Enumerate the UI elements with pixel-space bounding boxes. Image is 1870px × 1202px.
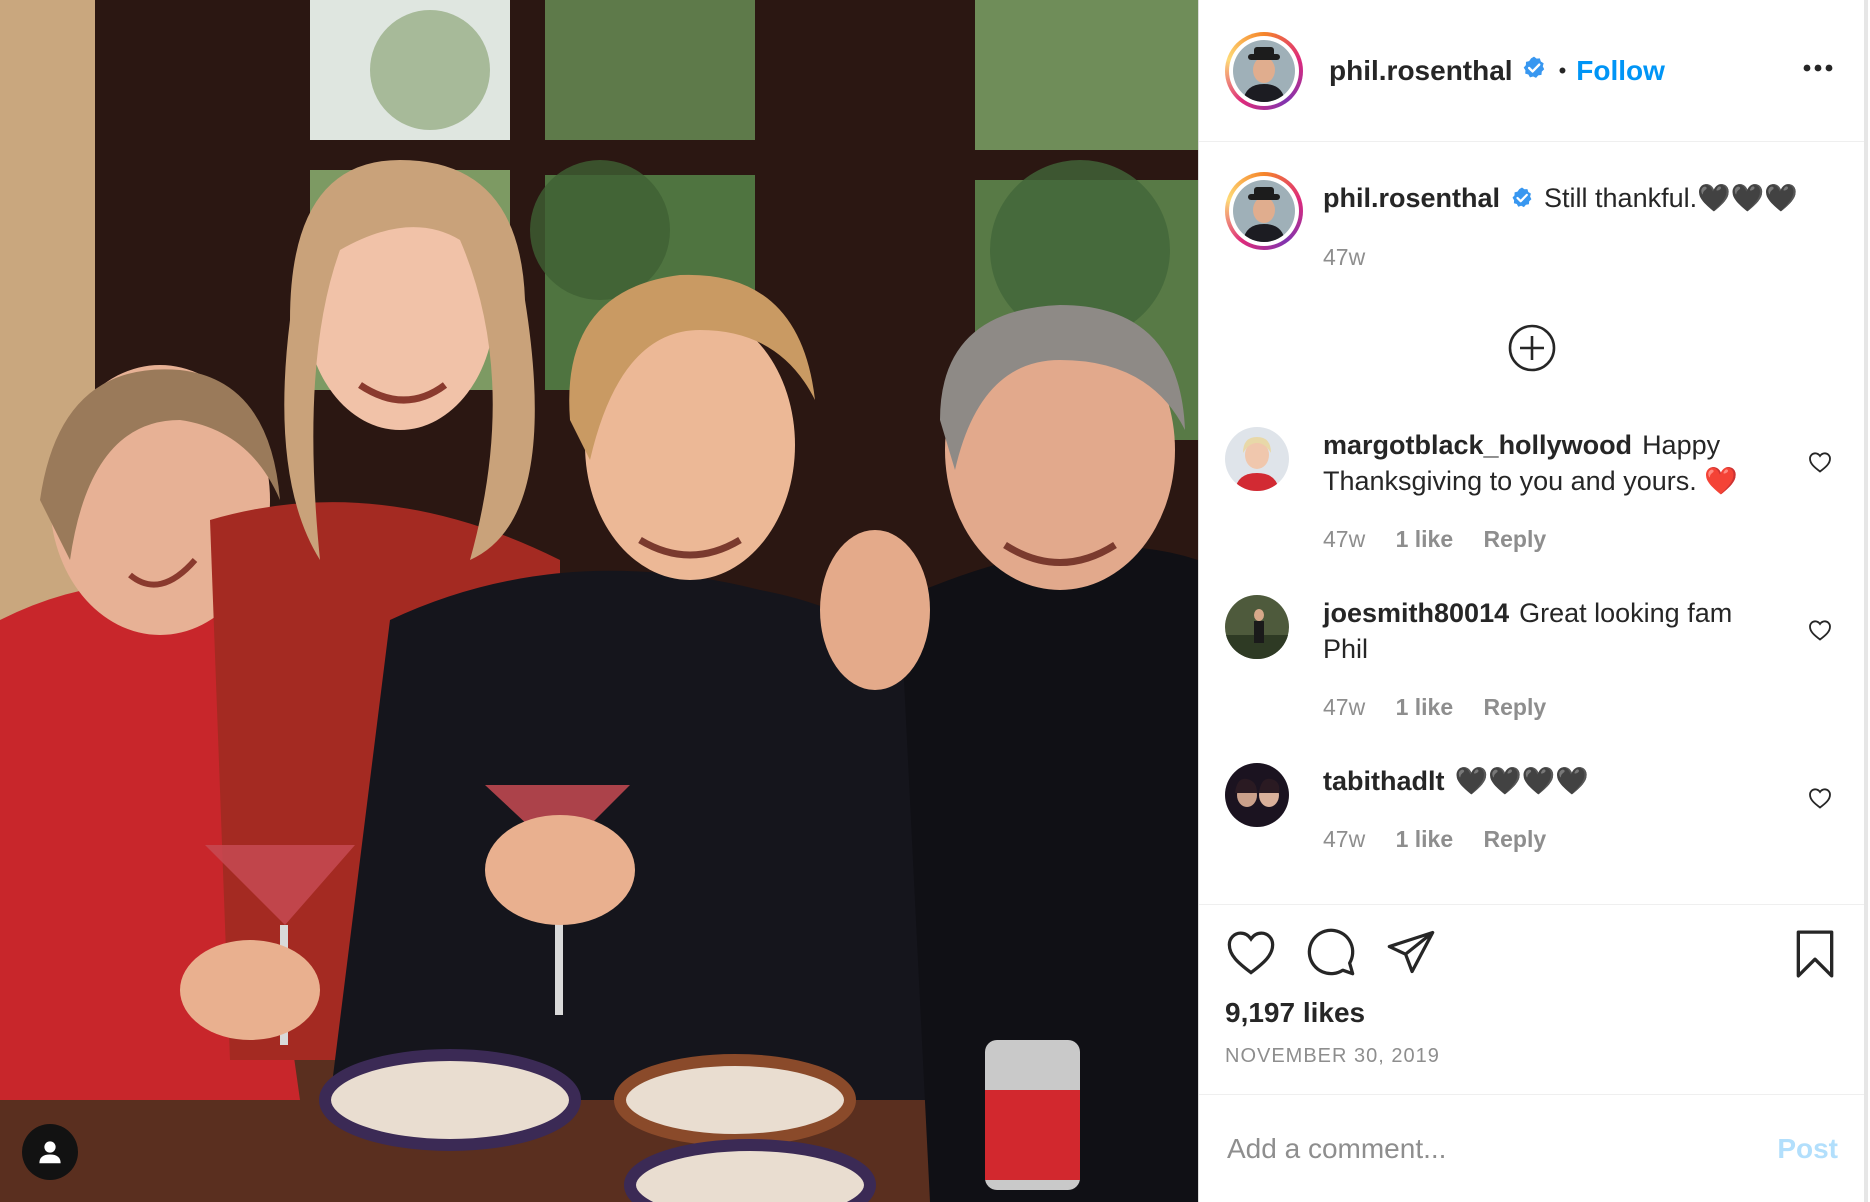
comment-item: joesmith80014 Great looking fam Phil 47w …	[1225, 595, 1838, 725]
post-side-panel: phil.rosenthal • Follow phil.rosenthal S…	[1198, 0, 1868, 1202]
comment-likes-count[interactable]: 1 like	[1396, 526, 1454, 552]
caption-author-avatar[interactable]	[1225, 172, 1303, 250]
post-photo[interactable]	[0, 0, 1198, 1202]
comment-heart-icon[interactable]	[1808, 787, 1832, 814]
follow-button[interactable]: Follow	[1576, 55, 1665, 87]
verified-badge-icon	[1521, 55, 1547, 86]
verified-badge-icon	[1510, 183, 1534, 219]
caption-timestamp[interactable]: 47w	[1323, 244, 1365, 270]
comment-likes-count[interactable]: 1 like	[1396, 694, 1454, 720]
author-avatar[interactable]	[1225, 31, 1303, 110]
author-avatar-image	[1233, 39, 1295, 102]
post-header: phil.rosenthal • Follow	[1199, 0, 1864, 142]
post-actions: 9,197 likes NOVEMBER 30, 2019	[1199, 904, 1864, 1094]
add-comment-bar: Post	[1199, 1094, 1864, 1202]
caption-avatar-image	[1233, 180, 1295, 242]
comment-username[interactable]: margotblack_hollywood	[1323, 430, 1632, 460]
comment-item: tabithadlt 🖤🖤🖤🖤 47w 1 like Reply	[1225, 763, 1838, 857]
reply-button[interactable]: Reply	[1484, 694, 1547, 720]
caption-username[interactable]: phil.rosenthal	[1323, 183, 1500, 213]
commenter-avatar[interactable]	[1225, 763, 1289, 827]
reply-button[interactable]: Reply	[1484, 526, 1547, 552]
likes-count[interactable]: 9,197 likes	[1225, 997, 1838, 1029]
comment-username[interactable]: tabithadlt	[1323, 766, 1445, 796]
bookmark-icon[interactable]	[1794, 929, 1836, 984]
comment-likes-count[interactable]: 1 like	[1396, 826, 1454, 852]
comment-bubble-icon[interactable]	[1305, 926, 1357, 983]
post-caption: phil.rosenthal Still thankful.🖤🖤🖤 47w	[1225, 172, 1838, 275]
comments-section[interactable]: phil.rosenthal Still thankful.🖤🖤🖤 47w ma…	[1199, 142, 1864, 904]
header-separator: •	[1558, 57, 1567, 83]
heart-icon[interactable]	[1225, 928, 1277, 981]
load-more-comments-icon[interactable]	[1225, 323, 1838, 373]
user-tag-icon	[39, 1141, 61, 1164]
comment-input[interactable]	[1225, 1131, 1778, 1166]
comment-text: 🖤🖤🖤🖤	[1454, 766, 1589, 796]
post-view: phil.rosenthal • Follow phil.rosenthal S…	[0, 0, 1870, 1202]
caption-text: Still thankful.🖤🖤🖤	[1544, 183, 1798, 213]
comment-item: margotblack_hollywood Happy Thanksgiving …	[1225, 427, 1838, 557]
comment-heart-icon[interactable]	[1808, 619, 1832, 646]
commenter-avatar[interactable]	[1225, 595, 1289, 659]
comment-timestamp[interactable]: 47w	[1323, 526, 1365, 552]
post-comment-button[interactable]: Post	[1777, 1133, 1838, 1165]
comment-timestamp[interactable]: 47w	[1323, 826, 1365, 852]
comment-username[interactable]: joesmith80014	[1323, 598, 1509, 628]
paper-plane-icon[interactable]	[1385, 928, 1437, 981]
comment-heart-icon[interactable]	[1808, 451, 1832, 478]
post-date[interactable]: NOVEMBER 30, 2019	[1225, 1045, 1838, 1068]
author-username[interactable]: phil.rosenthal	[1329, 55, 1513, 87]
more-options-icon[interactable]	[1802, 60, 1834, 78]
user-tag-button[interactable]	[22, 1124, 78, 1180]
family-photo-illustration	[0, 0, 1198, 1202]
reply-button[interactable]: Reply	[1484, 826, 1547, 852]
commenter-avatar[interactable]	[1225, 427, 1289, 491]
comment-timestamp[interactable]: 47w	[1323, 694, 1365, 720]
